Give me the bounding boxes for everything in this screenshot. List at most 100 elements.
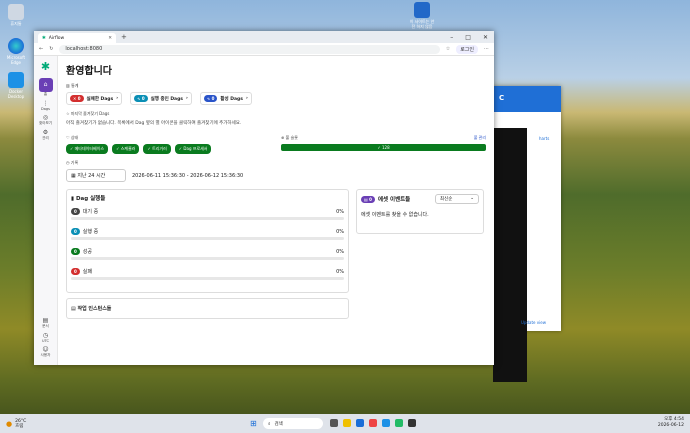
app-taskbar-icon[interactable] — [395, 419, 403, 427]
task-instances-panel[interactable]: ▤ 작업 인스턴스들 — [66, 298, 349, 319]
back-icon[interactable]: ← — [39, 46, 43, 52]
desktop-icon-label: Docker Desktop — [7, 89, 25, 99]
desktop-icon-docker[interactable]: Docker Desktop — [2, 72, 30, 99]
sidebar-item-home[interactable]: ⌂ 홈 — [34, 78, 57, 97]
clock-time: 오후 4:54 — [664, 417, 684, 422]
stats-header: ▥ 통계 — [66, 83, 486, 89]
book-icon: ▤ — [42, 317, 49, 324]
pool-header-text: 풀 슬롯 — [285, 135, 298, 140]
pool-slots-bar[interactable]: ✓ 128 — [281, 144, 486, 151]
maximize-icon[interactable]: □ — [465, 34, 471, 41]
close-window-icon[interactable]: ✕ — [483, 34, 488, 41]
state-label: 실행 중 — [82, 229, 99, 235]
health-chip-triggerer: ✓ 트리거러 — [143, 144, 171, 154]
background-window-link[interactable]: harts — [539, 136, 549, 141]
state-percent: 0% — [336, 208, 344, 215]
stat-running-dags[interactable]: ∿ 0 실행 중인 Dags › — [130, 92, 192, 105]
dag-run-state-queued[interactable]: 0 대기 중 0% — [71, 208, 344, 220]
favorites-header: ☆ 마지막 즐겨찾기 Dags — [66, 111, 486, 117]
stat-label: 실패한 Dags — [86, 96, 114, 102]
dag-run-state-success[interactable]: 0 성공 0% — [71, 248, 344, 260]
clock-date: 2026-06-12 — [657, 423, 684, 428]
favorites-header-text: 마지막 즐겨찾기 Dags — [70, 111, 110, 116]
active-count-badge: ∿ 0 — [203, 95, 218, 102]
task-instances-title: 작업 인스턴스들 — [77, 306, 112, 312]
stats-row: ✕ 0 실패한 Dags › ∿ 0 실행 중인 Dags › ∿ 0 활성 Dags › — [66, 92, 486, 105]
state-count-badge: 0 — [71, 248, 80, 255]
desktop-icon-site-warning[interactable]: 이 사이트는 안전 하지 않음 — [408, 2, 436, 29]
state-progress-bar — [71, 237, 344, 240]
desktop-icon-label: 이 사이트는 안전 하지 않음 — [409, 19, 435, 29]
airflow-logo-icon[interactable]: ✱ — [39, 60, 53, 74]
health-chips: ✓ 메타데이터베이스 ✓ 스케줄러 ✓ 트리거러 ✓ Dag 프로세서 — [66, 144, 271, 154]
reload-icon[interactable]: ↻ — [49, 46, 53, 52]
sidebar-item-admin[interactable]: ⚙ 관리 — [34, 129, 57, 141]
edge-taskbar-icon[interactable] — [356, 419, 364, 427]
sidebar-item-label: UTC — [42, 339, 49, 343]
asset-events-sort-select[interactable]: 최신순 ⌄ — [435, 194, 479, 204]
manage-pools-link[interactable]: 풀 관리 — [474, 135, 486, 141]
clock-icon: ◷ — [42, 332, 49, 339]
failed-count-badge: ✕ 0 — [70, 95, 84, 102]
stat-failed-dags[interactable]: ✕ 0 실패한 Dags › — [66, 92, 123, 105]
url-text: localhost:8080 — [65, 46, 103, 52]
address-bar: ← ↻ localhost:8080 ☆ 로그인 ⋯ — [34, 43, 494, 56]
task-view-icon[interactable] — [330, 419, 338, 427]
url-input[interactable]: localhost:8080 — [59, 44, 440, 54]
docker-taskbar-icon[interactable] — [382, 419, 390, 427]
file-explorer-icon[interactable] — [343, 419, 351, 427]
background-window[interactable]: C harts Update view — [493, 86, 561, 382]
start-icon[interactable]: ⊞ — [250, 419, 257, 428]
health-header-text: 상태 — [70, 135, 79, 140]
taskbar-search[interactable]: ⌕ 검색 — [263, 418, 323, 429]
menu-icon[interactable]: ⋯ — [484, 46, 489, 52]
star-icon[interactable]: ☆ — [446, 46, 450, 52]
gear-icon: ⚙ — [42, 129, 49, 136]
globe-icon: ◎ — [42, 114, 49, 121]
history-header-text: 기록 — [70, 160, 79, 165]
chrome-taskbar-icon[interactable] — [369, 419, 377, 427]
running-count-badge: ∿ 0 — [134, 95, 148, 102]
home-icon: ⌂ — [38, 78, 53, 92]
health-chip-scheduler: ✓ 스케줄러 — [112, 144, 140, 154]
sidebar-item-dags[interactable]: ⋮ Dags — [34, 100, 57, 111]
desktop-icon-recycle-bin[interactable]: 휴지통 — [2, 4, 30, 26]
state-label: 대기 중 — [82, 209, 99, 215]
docker-icon — [8, 72, 24, 88]
dag-run-state-failed[interactable]: 0 실패 0% — [71, 268, 344, 280]
close-tab-icon[interactable]: ✕ — [108, 36, 112, 41]
sidebar-item-timezone[interactable]: ◷ UTC — [34, 332, 57, 343]
state-percent: 0% — [336, 268, 344, 275]
sidebar-item-label: 문서 — [42, 324, 49, 328]
desktop-icon-edge[interactable]: Microsoft Edge — [2, 38, 30, 65]
minimize-icon[interactable]: – — [450, 34, 453, 41]
browser-window: ✱ Airflow ✕ + – □ ✕ ← ↻ localhost:8080 ☆… — [34, 31, 494, 365]
stat-active-dags[interactable]: ∿ 0 활성 Dags › — [199, 92, 252, 105]
dag-run-state-running[interactable]: 0 실행 중 0% — [71, 228, 344, 240]
sidebar-item-label: 홈 — [43, 92, 48, 96]
dags-icon: ⋮ — [42, 100, 49, 107]
weather-widget[interactable]: ● 26°C 흐림 — [6, 419, 26, 429]
state-label: 성공 — [82, 249, 92, 255]
pool-header: ⊕ 풀 슬롯 풀 관리 — [281, 135, 486, 141]
asset-events-count-badge: ▤ 0 — [361, 195, 375, 203]
desktop-icon-label: Microsoft Edge — [6, 55, 26, 65]
sidebar-item-user[interactable]: ☺ 사용자 — [34, 346, 57, 358]
terminal-taskbar-icon[interactable] — [408, 419, 416, 427]
sidebar: ✱ ⌂ 홈 ⋮ Dags ◎ 찾아보기 ⚙ 관리 ▤ 문서 ◷ UTC ☺ 사용자 — [34, 56, 58, 365]
search-icon: ⌕ — [268, 421, 271, 427]
sidebar-item-docs[interactable]: ▤ 문서 — [34, 317, 57, 329]
sidebar-item-label: 관리 — [42, 136, 49, 140]
asset-events-empty-text: 에셋 이벤트를 찾을 수 없습니다. — [361, 212, 429, 218]
taskbar-clock[interactable]: 오후 4:54 2026-06-12 — [658, 417, 684, 429]
update-view-link[interactable]: Update view — [521, 320, 546, 325]
chevron-right-icon: › — [116, 96, 119, 101]
sidebar-item-browse[interactable]: ◎ 찾아보기 — [34, 114, 57, 126]
sort-value: 최신순 — [440, 197, 453, 202]
tab-airflow[interactable]: ✱ Airflow ✕ — [38, 33, 116, 43]
new-tab-icon[interactable]: + — [121, 33, 127, 41]
time-range-select[interactable]: ▦ 지난 24 시간 — [66, 169, 126, 182]
health-chip-dag-processor: ✓ Dag 프로세서 — [174, 144, 212, 154]
login-button[interactable]: 로그인 — [456, 44, 478, 54]
pool-section: ⊕ 풀 슬롯 풀 관리 ✓ 128 — [281, 132, 486, 154]
